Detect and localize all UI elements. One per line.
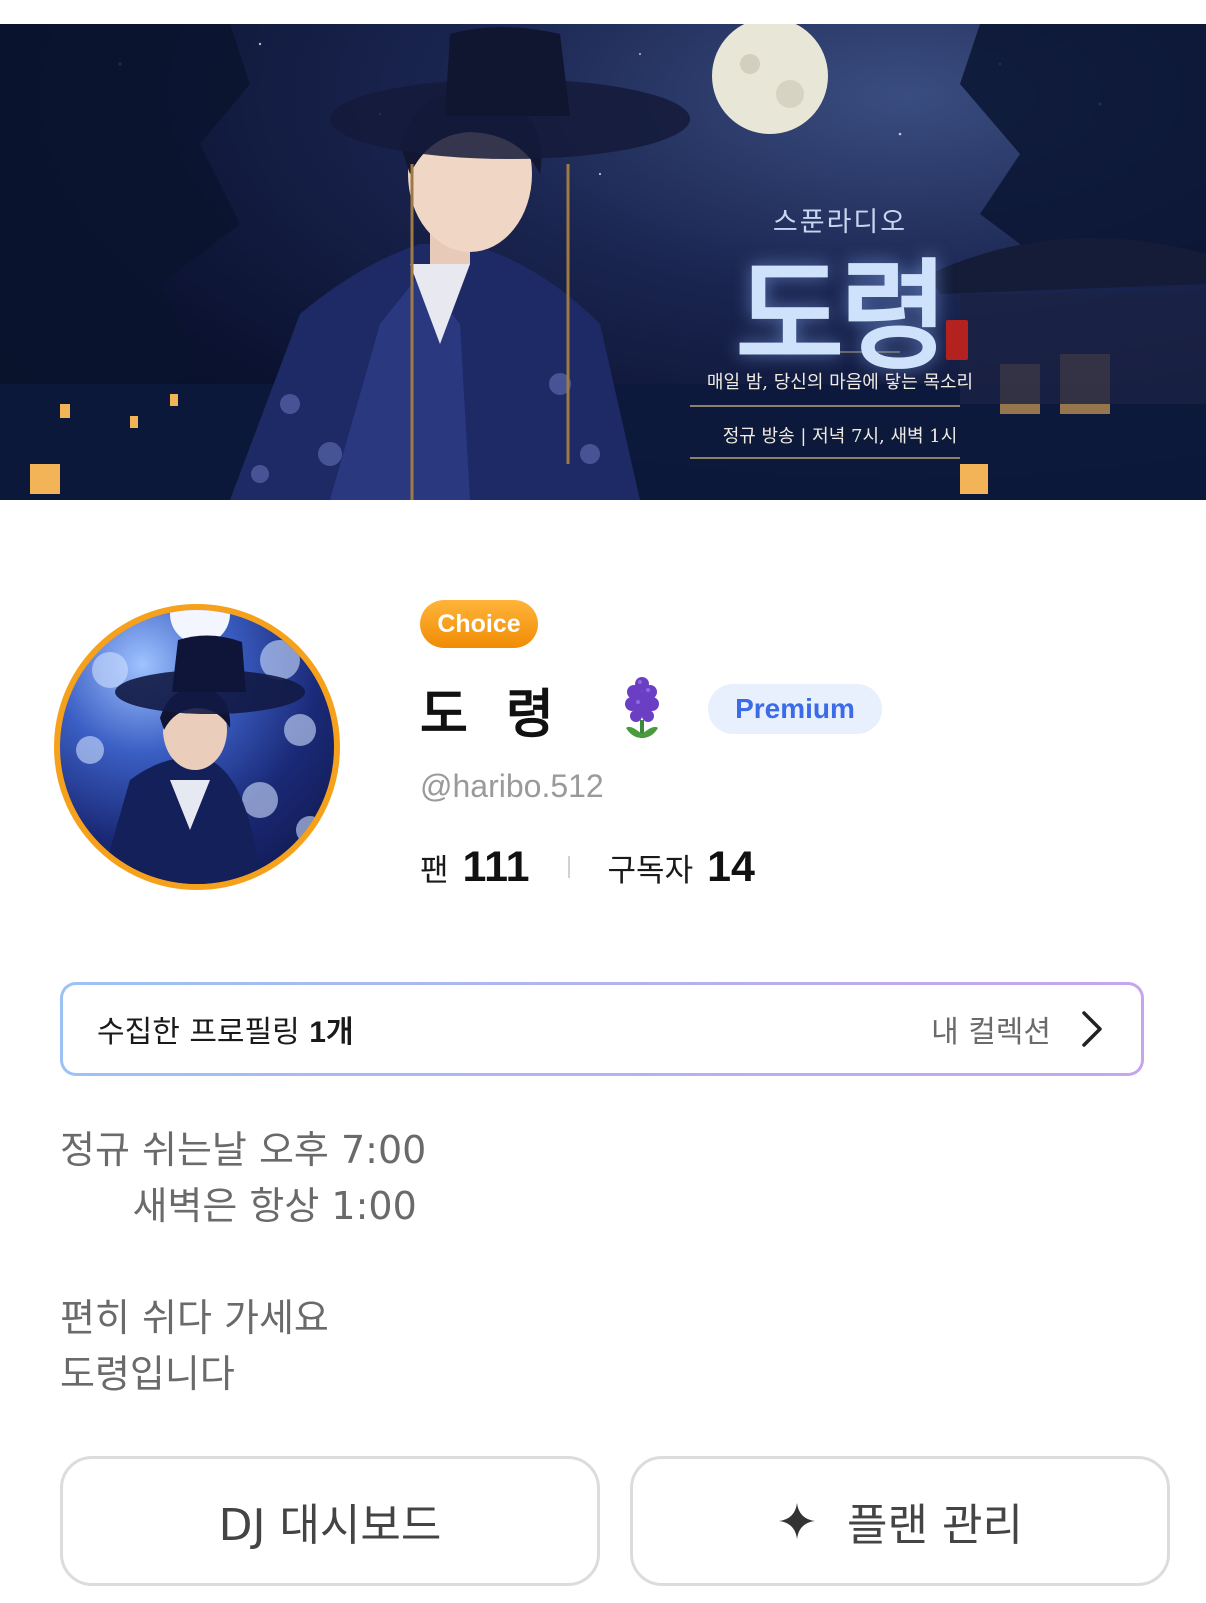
profile-stats: 팬 111 구독자 14 — [420, 840, 755, 894]
subscribers-count[interactable]: 14 — [707, 843, 755, 892]
premium-badge: Premium — [708, 684, 882, 734]
banner-title: 도령 — [735, 246, 948, 385]
moon-icon — [712, 24, 828, 134]
collection-label: 수집한 프로필링 — [97, 1015, 300, 1050]
plan-manage-button[interactable]: 플랜 관리 — [630, 1456, 1170, 1586]
collection-count: 1개 — [309, 1016, 354, 1049]
banner-tagline: 매일 밤, 당신의 마음에 닿는 목소리 — [706, 372, 974, 393]
avatar-illustration — [76, 610, 324, 884]
choice-badge: Choice — [420, 600, 538, 648]
dj-dashboard-label: DJ 대시보드 — [218, 1500, 442, 1551]
subscribers-label[interactable]: 구독자 — [608, 845, 694, 890]
profile-bio: 정규 쉬는날 오후 7:00 새벽은 항상 1:00 편히 쉬다 가세요 도령입… — [60, 1128, 427, 1396]
banner-schedule: 정규 방송 | 저녁 7시, 새벽 1시 — [722, 426, 958, 447]
hyacinth-icon — [625, 677, 659, 738]
sparkle-icon — [779, 1503, 816, 1539]
my-collection-link[interactable]: 내 컬렉션 — [931, 1007, 1105, 1051]
dj-dashboard-button[interactable]: DJ 대시보드 — [60, 1456, 600, 1586]
plan-manage-label: 플랜 관리 — [847, 1500, 1023, 1551]
banner-illustration — [0, 24, 1206, 500]
collection-bar[interactable]: 수집한 프로필링 1개 내 컬렉션 — [60, 982, 1144, 1076]
fans-count[interactable]: 111 — [463, 843, 530, 892]
seal-stamp — [946, 320, 968, 360]
avatar[interactable] — [54, 604, 340, 890]
fans-label[interactable]: 팬 — [420, 845, 449, 890]
my-collection-label[interactable]: 내 컬렉션 — [931, 1007, 1051, 1051]
profile-banner: 스푼라디오 도령 매일 밤, 당신의 마음에 닿는 목소리 정규 방송 | 저녁… — [0, 24, 1206, 500]
collection-summary: 수집한 프로필링 1개 — [97, 1007, 354, 1051]
profile-nickname: 도 령 — [420, 685, 564, 745]
chevron-right-icon[interactable] — [1079, 1009, 1105, 1049]
stats-divider — [567, 856, 570, 878]
profile-handle: @haribo.512 — [420, 768, 604, 804]
